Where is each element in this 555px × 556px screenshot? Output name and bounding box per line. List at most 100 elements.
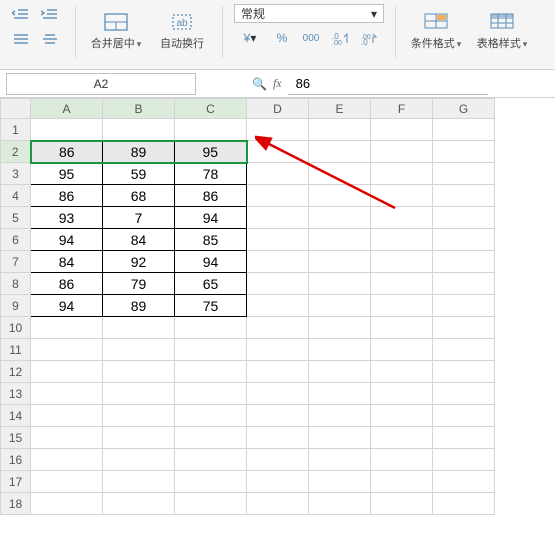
cell-A16[interactable] [31, 449, 103, 471]
cell-B11[interactable] [103, 339, 175, 361]
cell-E5[interactable] [309, 207, 371, 229]
col-header-G[interactable]: G [433, 99, 495, 119]
cell-F12[interactable] [371, 361, 433, 383]
cell-F6[interactable] [371, 229, 433, 251]
cell-D14[interactable] [247, 405, 309, 427]
cell-C18[interactable] [175, 493, 247, 515]
cell-E1[interactable] [309, 119, 371, 141]
cell-F7[interactable] [371, 251, 433, 273]
cell-E17[interactable] [309, 471, 371, 493]
cell-B12[interactable] [103, 361, 175, 383]
cell-B5[interactable]: 7 [103, 207, 175, 229]
cell-E3[interactable] [309, 163, 371, 185]
align-dist-icon[interactable] [8, 29, 34, 51]
cell-C9[interactable]: 75 [175, 295, 247, 317]
cell-G2[interactable] [433, 141, 495, 163]
cell-D12[interactable] [247, 361, 309, 383]
row-header-5[interactable]: 5 [1, 207, 31, 229]
cell-G13[interactable] [433, 383, 495, 405]
cell-G5[interactable] [433, 207, 495, 229]
cell-F15[interactable] [371, 427, 433, 449]
cell-C3[interactable]: 78 [175, 163, 247, 185]
cell-C5[interactable]: 94 [175, 207, 247, 229]
formula-input[interactable] [288, 73, 488, 95]
align-center-icon[interactable] [37, 29, 63, 51]
cell-E13[interactable] [309, 383, 371, 405]
cell-A5[interactable]: 93 [31, 207, 103, 229]
cell-G7[interactable] [433, 251, 495, 273]
cell-G9[interactable] [433, 295, 495, 317]
cell-B18[interactable] [103, 493, 175, 515]
cell-A10[interactable] [31, 317, 103, 339]
row-header-9[interactable]: 9 [1, 295, 31, 317]
col-header-F[interactable]: F [371, 99, 433, 119]
cell-A17[interactable] [31, 471, 103, 493]
cell-D16[interactable] [247, 449, 309, 471]
cell-D2[interactable] [247, 141, 309, 163]
row-header-15[interactable]: 15 [1, 427, 31, 449]
wrap-text-button[interactable]: ab 自动换行 [153, 4, 211, 58]
cell-A18[interactable] [31, 493, 103, 515]
cell-D10[interactable] [247, 317, 309, 339]
cell-F2[interactable] [371, 141, 433, 163]
cell-A12[interactable] [31, 361, 103, 383]
row-header-8[interactable]: 8 [1, 273, 31, 295]
cell-D4[interactable] [247, 185, 309, 207]
cell-C1[interactable] [175, 119, 247, 141]
cell-E4[interactable] [309, 185, 371, 207]
cell-C11[interactable] [175, 339, 247, 361]
cell-G1[interactable] [433, 119, 495, 141]
row-header-2[interactable]: 2 [1, 141, 31, 163]
cell-F8[interactable] [371, 273, 433, 295]
cell-E7[interactable] [309, 251, 371, 273]
cell-D17[interactable] [247, 471, 309, 493]
cell-C4[interactable]: 86 [175, 185, 247, 207]
row-header-16[interactable]: 16 [1, 449, 31, 471]
cell-B3[interactable]: 59 [103, 163, 175, 185]
cell-B17[interactable] [103, 471, 175, 493]
cell-G16[interactable] [433, 449, 495, 471]
row-header-18[interactable]: 18 [1, 493, 31, 515]
cell-G3[interactable] [433, 163, 495, 185]
cell-G4[interactable] [433, 185, 495, 207]
merge-center-button[interactable]: 合并居中▾ [87, 4, 145, 58]
cell-C15[interactable] [175, 427, 247, 449]
spreadsheet-grid[interactable]: ABCDEFG128689953955978486688659379469484… [0, 98, 555, 556]
row-header-13[interactable]: 13 [1, 383, 31, 405]
cell-E12[interactable] [309, 361, 371, 383]
row-header-12[interactable]: 12 [1, 361, 31, 383]
cell-E10[interactable] [309, 317, 371, 339]
cell-G12[interactable] [433, 361, 495, 383]
cell-B2[interactable]: 89 [103, 141, 175, 163]
table-style-button[interactable]: 表格样式▾ [473, 4, 531, 58]
cell-D7[interactable] [247, 251, 309, 273]
cell-C13[interactable] [175, 383, 247, 405]
cell-A9[interactable]: 94 [31, 295, 103, 317]
cell-C12[interactable] [175, 361, 247, 383]
cell-F14[interactable] [371, 405, 433, 427]
cell-G14[interactable] [433, 405, 495, 427]
cell-F11[interactable] [371, 339, 433, 361]
cell-E9[interactable] [309, 295, 371, 317]
cell-G17[interactable] [433, 471, 495, 493]
cell-E15[interactable] [309, 427, 371, 449]
cell-F16[interactable] [371, 449, 433, 471]
cell-B13[interactable] [103, 383, 175, 405]
cell-A14[interactable] [31, 405, 103, 427]
cell-D5[interactable] [247, 207, 309, 229]
col-header-A[interactable]: A [31, 99, 103, 119]
increase-indent-icon[interactable] [37, 4, 63, 26]
cell-F18[interactable] [371, 493, 433, 515]
cell-D6[interactable] [247, 229, 309, 251]
row-header-4[interactable]: 4 [1, 185, 31, 207]
cell-D15[interactable] [247, 427, 309, 449]
row-header-17[interactable]: 17 [1, 471, 31, 493]
cell-A13[interactable] [31, 383, 103, 405]
cell-A8[interactable]: 86 [31, 273, 103, 295]
cell-C8[interactable]: 65 [175, 273, 247, 295]
row-header-3[interactable]: 3 [1, 163, 31, 185]
cell-A15[interactable] [31, 427, 103, 449]
cell-B16[interactable] [103, 449, 175, 471]
cell-F4[interactable] [371, 185, 433, 207]
cell-A1[interactable] [31, 119, 103, 141]
